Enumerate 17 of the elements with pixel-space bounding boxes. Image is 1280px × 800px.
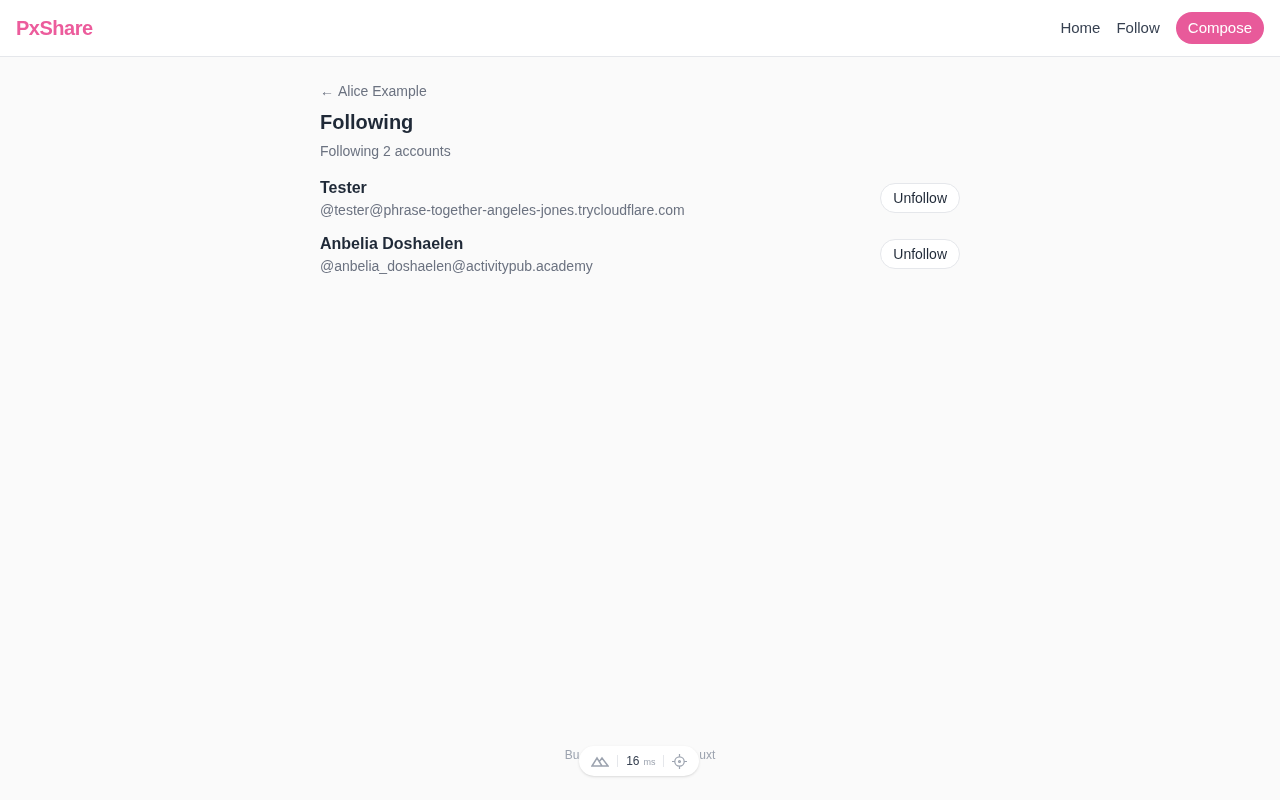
footer-text: Bu [564, 747, 580, 764]
account-handle: @anbelia_doshaelen@activitypub.academy [320, 257, 593, 276]
nav-link[interactable]: Follow [1116, 16, 1160, 40]
account-name: Tester [320, 178, 368, 198]
nav-link[interactable]: Home [1060, 16, 1101, 40]
back-link[interactable]: ← Alice Example [320, 81, 960, 101]
account-name: Anbelia Doshaelen [320, 234, 465, 254]
unfollow-button[interactable]: Unfollow [880, 183, 960, 213]
render-time: 16 [626, 753, 640, 770]
unfollow-button[interactable]: Unfollow [880, 239, 960, 269]
page-subtitle: Following 2 accounts [320, 142, 452, 161]
time-unit: ms [643, 756, 656, 769]
page-title: Following [320, 110, 415, 135]
account-handle: @tester@phrase-together-angeles-jones.trycloudflare.com [320, 201, 685, 220]
mountain-icon[interactable] [591, 755, 610, 767]
footer-text: uxt [699, 747, 716, 764]
crosshair-icon[interactable] [672, 753, 688, 769]
